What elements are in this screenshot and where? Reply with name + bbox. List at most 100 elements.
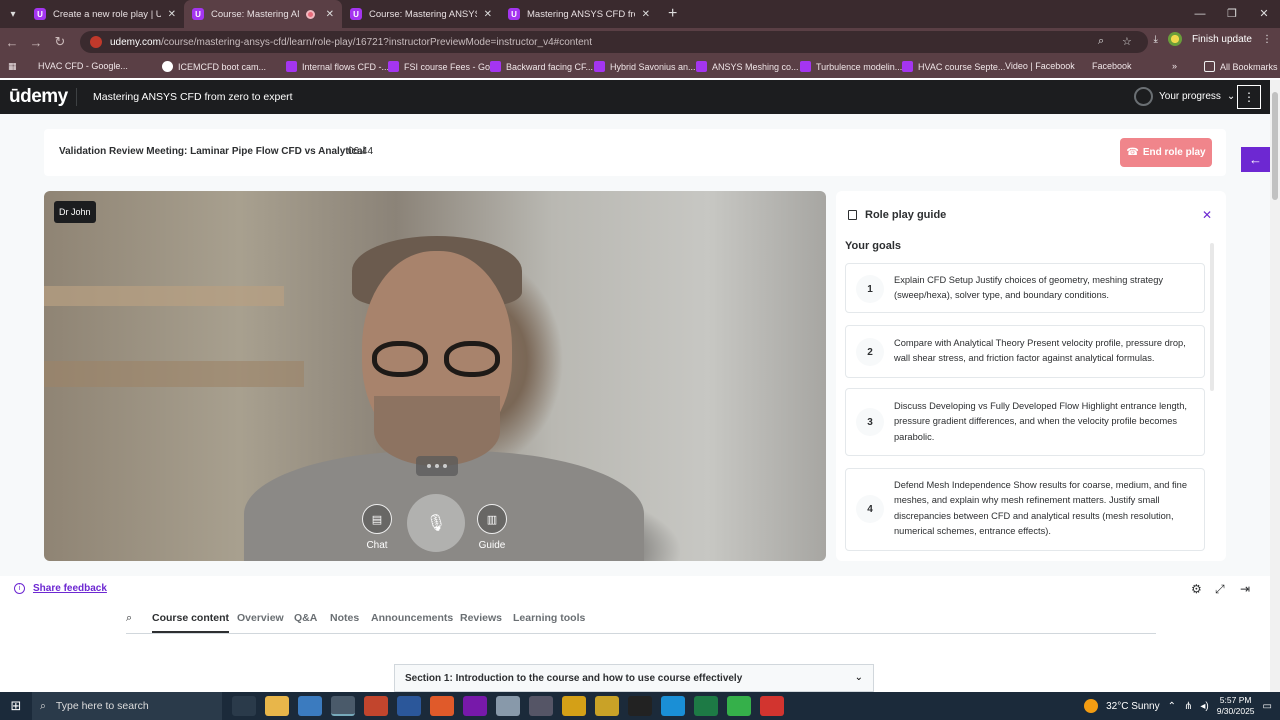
chevron-down-icon: ⌄: [1226, 91, 1236, 102]
bookmark-item[interactable]: ANSYS Meshing co...: [696, 61, 799, 72]
tab-qa[interactable]: Q&A: [294, 612, 317, 624]
search-icon[interactable]: ⌕: [126, 612, 132, 625]
bookmark-item[interactable]: ICEMCFD boot cam...: [162, 61, 266, 72]
taskbar-search[interactable]: ⌕ Type here to search: [32, 692, 222, 720]
site-info-icon[interactable]: [90, 36, 102, 48]
forward-icon[interactable]: →: [24, 35, 48, 50]
progress-dropdown[interactable]: Your progress ⌄: [1134, 87, 1235, 106]
guide-button[interactable]: ▥ Guide: [477, 504, 507, 551]
more-options-button[interactable]: ⋮: [1237, 85, 1261, 109]
bookmark-item[interactable]: FSI course Fees - Go...: [388, 61, 498, 72]
notifications-icon[interactable]: ▭: [1263, 701, 1272, 712]
site-icon: [162, 61, 173, 72]
reload-icon[interactable]: ↻: [48, 34, 72, 50]
bookmarks-bar: ▦ HVAC CFD - Google... ICEMCFD boot cam.…: [0, 56, 1280, 655]
app-icon[interactable]: [496, 696, 520, 716]
tab-notes[interactable]: Notes: [330, 612, 359, 624]
bookmark-item[interactable]: Facebook: [1092, 61, 1132, 655]
app-icon[interactable]: [595, 696, 619, 716]
app-icon[interactable]: [628, 696, 652, 716]
tab-course-content[interactable]: Course content: [152, 612, 230, 633]
close-window-icon[interactable]: ✕: [1248, 0, 1280, 28]
app-icon[interactable]: [760, 696, 784, 716]
browser-tab-3[interactable]: U Course: Mastering ANSYS CFD ✕: [342, 0, 500, 28]
section-accordion[interactable]: Section 1: Introduction to the course an…: [394, 664, 874, 692]
tab-overview[interactable]: Overview: [237, 612, 284, 624]
all-bookmarks[interactable]: All Bookmarks: [1204, 61, 1278, 72]
bookmark-item[interactable]: Video | Facebook: [1005, 61, 1075, 655]
role-play-guide-panel: Role play guide ✕ Your goals 1 Explain C…: [836, 191, 1226, 561]
network-icon[interactable]: ⋔: [1184, 701, 1192, 712]
windows-start-icon[interactable]: ⊞: [0, 698, 32, 714]
share-feedback-link[interactable]: i Share feedback: [14, 583, 107, 594]
bookmark-item[interactable]: HVAC course Septe...: [902, 61, 1005, 72]
onenote-icon[interactable]: [463, 696, 487, 716]
new-tab-button[interactable]: +: [668, 5, 677, 23]
clock[interactable]: 5:57 PM 9/30/2025: [1217, 695, 1255, 717]
file-explorer-icon[interactable]: [265, 696, 289, 716]
close-tab-icon[interactable]: ✕: [326, 9, 334, 20]
close-tab-icon[interactable]: ✕: [484, 9, 492, 20]
microphone-button[interactable]: 🎙: [407, 494, 465, 552]
volume-icon[interactable]: ◂): [1200, 701, 1208, 712]
close-tab-icon[interactable]: ✕: [642, 9, 650, 20]
fullscreen-icon[interactable]: ⤢: [1215, 582, 1225, 597]
address-bar[interactable]: udemy.com/course/mastering-ansys-cfd/lea…: [80, 31, 1148, 53]
tab-learning-tools[interactable]: Learning tools: [513, 612, 585, 624]
header-divider: [76, 88, 77, 106]
powerpoint-icon[interactable]: [364, 696, 388, 716]
app-icon[interactable]: [562, 696, 586, 716]
bookmark-star-icon[interactable]: ☆: [1122, 35, 1132, 48]
chrome-icon[interactable]: [331, 696, 355, 716]
edge-icon[interactable]: [661, 696, 685, 716]
browser-tab-4[interactable]: U Mastering ANSYS CFD from zer ✕: [500, 0, 658, 28]
bookmark-item[interactable]: Backward facing CF...: [490, 61, 593, 72]
close-tab-icon[interactable]: ✕: [168, 9, 176, 20]
apps-grid-icon[interactable]: ▦: [8, 61, 17, 72]
back-icon[interactable]: ←: [0, 35, 24, 50]
tab-announcements[interactable]: Announcements: [371, 612, 453, 624]
calculator-icon[interactable]: [298, 696, 322, 716]
download-icon[interactable]: ⤓: [1154, 34, 1158, 45]
collapse-icon[interactable]: ⇥: [1240, 582, 1250, 596]
background-shelf: [44, 286, 284, 306]
more-bookmarks-icon[interactable]: »: [1172, 61, 1177, 71]
tab-search-icon[interactable]: ▾: [0, 0, 26, 28]
settings-icon[interactable]: ⚙: [1191, 582, 1202, 596]
sidebar-toggle-button[interactable]: ←: [1241, 147, 1270, 172]
goal-item: 2 Compare with Analytical Theory Present…: [845, 325, 1205, 378]
trophy-progress-icon: [1134, 87, 1153, 106]
app-icon[interactable]: [727, 696, 751, 716]
bookmark-item[interactable]: Hybrid Savonius an...: [594, 61, 696, 72]
bookmark-item[interactable]: Turbulence modelin...: [800, 61, 902, 72]
weather-text[interactable]: 32°C Sunny: [1106, 701, 1159, 712]
end-role-play-button[interactable]: ☎ End role play: [1120, 138, 1212, 167]
udemy-logo[interactable]: ūdemy: [9, 86, 68, 108]
restore-icon[interactable]: ❐: [1216, 0, 1248, 28]
guide-scrollbar[interactable]: [1210, 243, 1214, 391]
browser-tab-1[interactable]: U Create a new role play | Udemy ✕: [26, 0, 184, 28]
chat-button[interactable]: ▤ Chat: [362, 504, 392, 551]
close-guide-icon[interactable]: ✕: [1202, 208, 1212, 222]
browser-menu-icon[interactable]: ⋮: [1262, 34, 1272, 45]
minimize-icon[interactable]: —: [1184, 0, 1216, 28]
scrollbar-thumb[interactable]: [1272, 92, 1278, 200]
finish-update-button[interactable]: Finish update: [1192, 34, 1252, 45]
word-icon[interactable]: [397, 696, 421, 716]
excel-icon[interactable]: [694, 696, 718, 716]
zoom-icon[interactable]: ⌕: [1098, 35, 1104, 48]
browser-tab-2[interactable]: U Course: Mastering ANSYS C ✕: [184, 0, 342, 28]
tab-reviews[interactable]: Reviews: [460, 612, 502, 624]
chevron-up-icon[interactable]: ⌃: [1168, 701, 1176, 712]
arrow-left-icon: ←: [1249, 152, 1262, 167]
course-title[interactable]: Mastering ANSYS CFD from zero to expert: [93, 91, 293, 103]
background-shelf: [44, 361, 304, 387]
app-icon[interactable]: [529, 696, 553, 716]
course-tabs: ⌕ Course content Overview Q&A Notes Anno…: [126, 604, 1156, 634]
bookmark-item[interactable]: Internal flows CFD -...: [286, 61, 389, 72]
bookmark-item[interactable]: HVAC CFD - Google...: [38, 61, 128, 655]
profile-avatar[interactable]: [1167, 32, 1182, 46]
task-view-icon[interactable]: [232, 696, 256, 716]
app-icon[interactable]: [430, 696, 454, 716]
page-scrollbar[interactable]: [1270, 80, 1280, 692]
